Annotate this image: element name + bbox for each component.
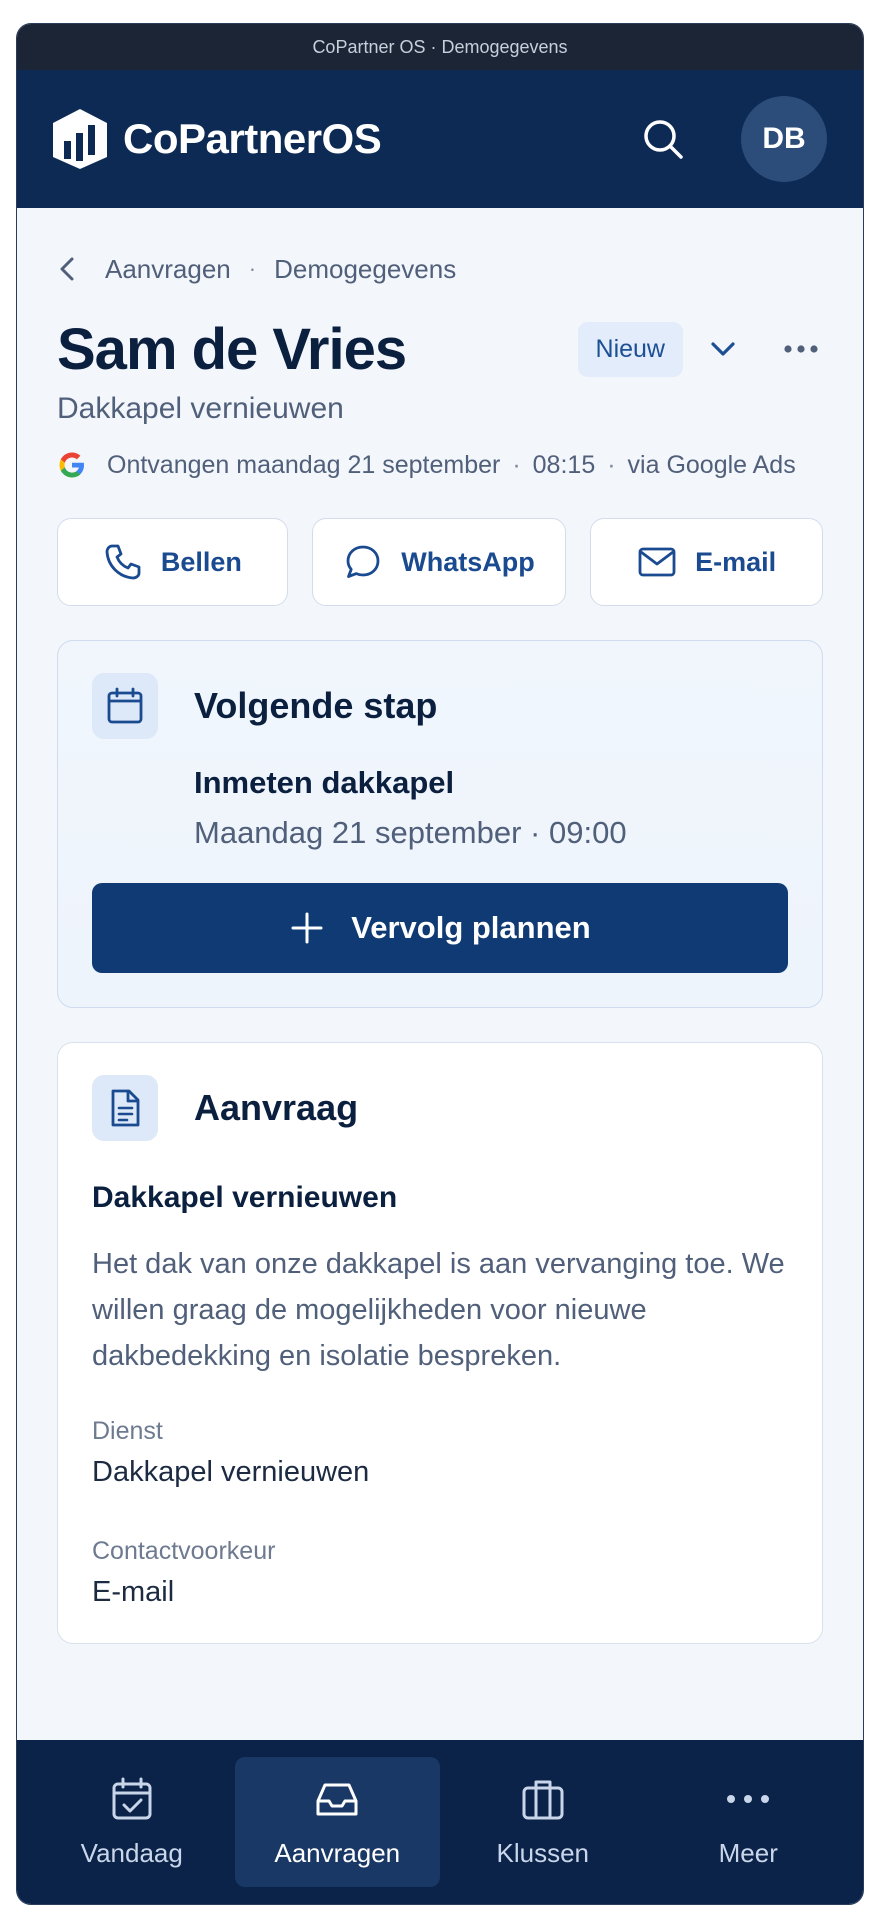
app-window: CoPartner OS · Demogegevens CoPartnerOS … <box>17 24 863 1904</box>
briefcase-icon <box>520 1776 566 1822</box>
tab-klussen[interactable]: Klussen <box>440 1757 646 1887</box>
call-button[interactable]: Bellen <box>57 518 288 606</box>
request-card: Aanvraag Dakkapel vernieuwen Het dak van… <box>57 1042 823 1644</box>
next-step-header: Volgende stap <box>92 673 788 739</box>
tab-label: Klussen <box>496 1837 590 1868</box>
user-avatar[interactable]: DB <box>741 96 827 182</box>
mail-icon <box>638 547 676 577</box>
window-title: CoPartner OS · Demogegevens <box>312 36 568 57</box>
meta-separator: · <box>512 450 521 479</box>
bottom-navigation: Vandaag Aanvragen Klussen Meer <box>17 1740 863 1904</box>
meta-separator: · <box>607 450 616 479</box>
chat-bubble-icon <box>346 545 380 578</box>
main-content: Aanvragen · Demogegevens Sam de Vries Ni… <box>17 246 863 1644</box>
search-icon <box>644 120 683 159</box>
calendar-icon <box>107 687 143 724</box>
request-title: Aanvraag <box>194 1087 359 1128</box>
service-value: Dakkapel vernieuwen <box>92 1456 370 1488</box>
call-button-label: Bellen <box>160 546 242 577</box>
calendar-check-icon <box>109 1776 155 1822</box>
request-subject: Dakkapel vernieuwen <box>92 1181 398 1214</box>
breadcrumb-separator: · <box>248 256 257 281</box>
breadcrumb: Aanvragen · Demogegevens <box>57 246 823 292</box>
plus-icon <box>291 912 323 944</box>
brand-name: CoPartnerOS <box>123 115 382 162</box>
request-icon-tile <box>92 1075 158 1141</box>
email-button[interactable]: E-mail <box>590 518 823 606</box>
more-horizontal-icon <box>784 345 818 353</box>
lead-subtitle: Dakkapel vernieuwen <box>57 392 344 425</box>
brand-logo-icon <box>53 109 107 169</box>
whatsapp-button[interactable]: WhatsApp <box>311 518 567 606</box>
next-step-card: Volgende stap Inmeten dakkapel Maandag 2… <box>57 640 823 1008</box>
tab-vandaag[interactable]: Vandaag <box>29 1757 235 1887</box>
email-button-label: E-mail <box>695 546 777 577</box>
back-button[interactable] <box>57 254 87 284</box>
request-header: Aanvraag <box>92 1075 788 1141</box>
chevron-left-icon <box>60 257 74 281</box>
brand[interactable]: CoPartnerOS <box>51 107 382 171</box>
tab-meer[interactable]: Meer <box>646 1757 852 1887</box>
lead-header: Sam de Vries Nieuw <box>57 314 823 384</box>
tab-label: Aanvragen <box>274 1837 401 1868</box>
tab-label: Meer <box>718 1837 778 1868</box>
plan-follow-up-button[interactable]: Vervolg plannen <box>92 883 788 973</box>
google-icon <box>59 452 84 478</box>
more-options-button[interactable] <box>779 327 823 371</box>
phone-icon <box>105 544 141 580</box>
received-date: Ontvangen maandag 21 september <box>107 450 501 479</box>
contact-actions: Bellen WhatsApp E-mail <box>57 518 823 606</box>
next-step-item: Inmeten dakkapel <box>194 765 455 800</box>
contact-preference-label: Contactvoorkeur <box>92 1537 276 1565</box>
status-badge[interactable]: Nieuw <box>577 321 683 377</box>
inbox-icon <box>314 1776 360 1822</box>
whatsapp-button-label: WhatsApp <box>401 546 535 577</box>
status-dropdown-button[interactable] <box>701 327 745 371</box>
window-titlebar: CoPartner OS · Demogegevens <box>17 24 863 70</box>
next-step-title: Volgende stap <box>194 685 438 726</box>
tab-aanvragen[interactable]: Aanvragen <box>234 1757 440 1887</box>
document-icon <box>111 1089 140 1127</box>
plan-follow-up-label: Vervolg plannen <box>351 910 591 945</box>
search-button[interactable] <box>635 111 691 167</box>
next-step-datetime: Maandag 21 september · 09:00 <box>194 815 627 850</box>
chevron-down-icon <box>711 342 735 356</box>
next-step-icon-tile <box>92 673 158 739</box>
lead-meta: Ontvangen maandag 21 september · 08:15 ·… <box>57 450 823 480</box>
more-icon <box>725 1776 771 1822</box>
page-title: Sam de Vries <box>57 316 407 382</box>
app-header: CoPartnerOS DB <box>17 70 863 208</box>
received-time: 08:15 <box>532 450 596 479</box>
request-description: Het dak van onze dakkapel is aan vervang… <box>92 1248 785 1372</box>
contact-preference-value: E-mail <box>92 1576 175 1608</box>
tab-label: Vandaag <box>80 1837 183 1868</box>
breadcrumb-parent-link[interactable]: Aanvragen <box>105 254 231 285</box>
service-label: Dienst <box>92 1417 163 1445</box>
breadcrumb-current: Demogegevens <box>274 253 457 284</box>
lead-source: via Google Ads <box>627 450 796 479</box>
